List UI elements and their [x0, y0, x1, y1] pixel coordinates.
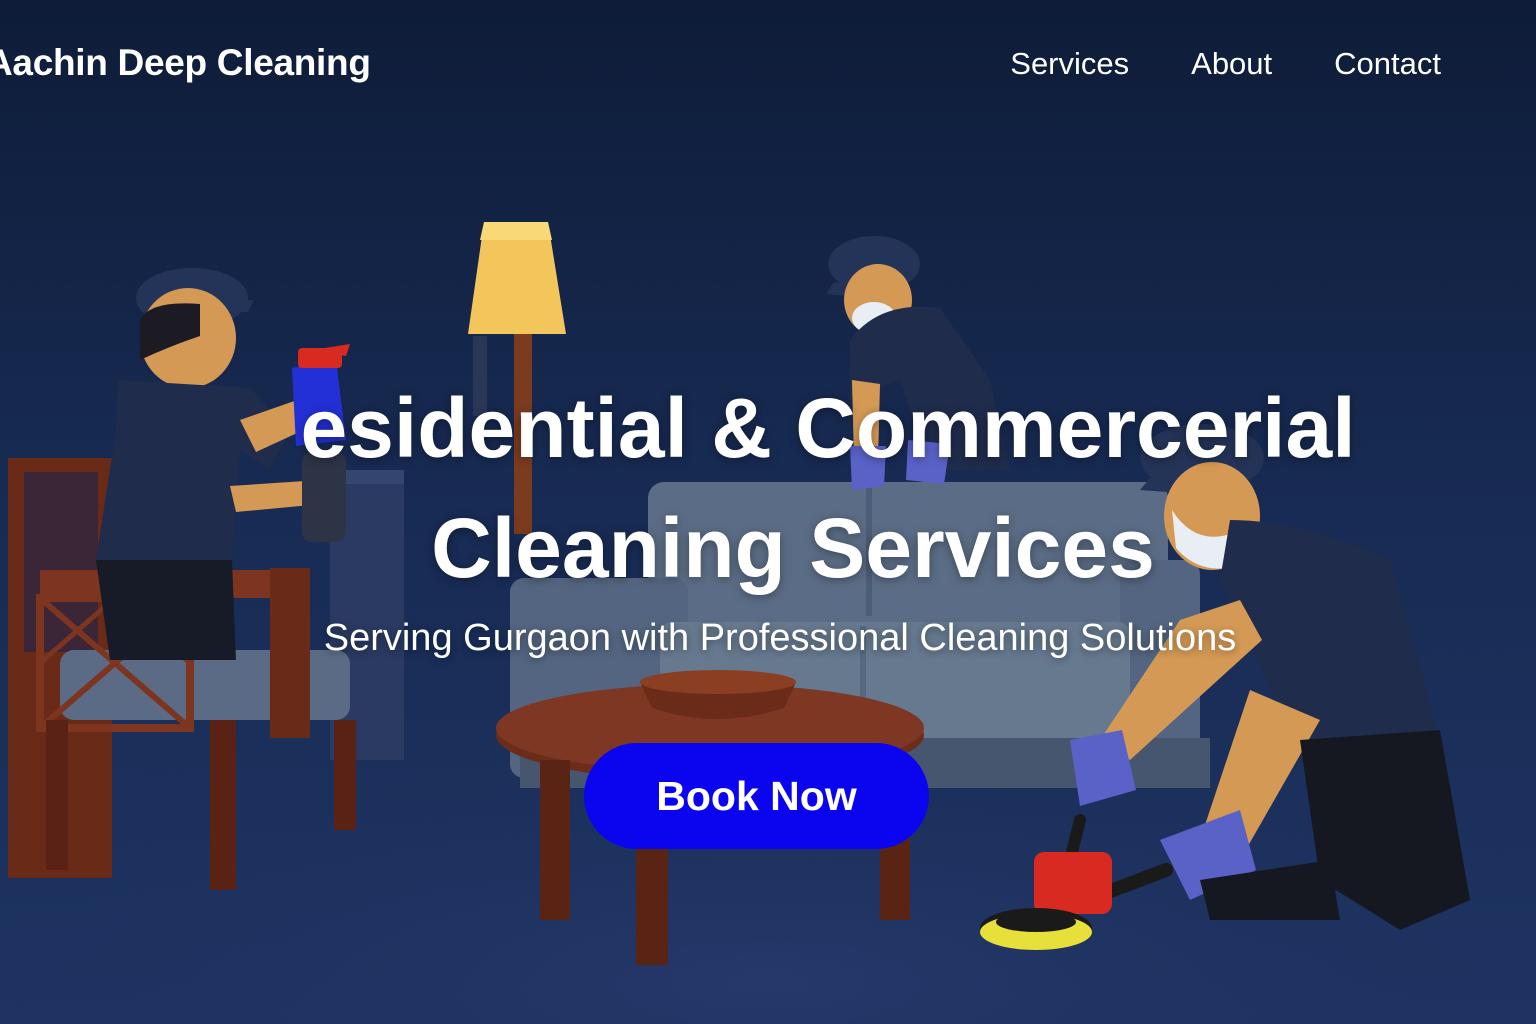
nav-link-about[interactable]: About	[1191, 46, 1272, 82]
hero-subtitle: Serving Gurgaon with Professional Cleani…	[323, 617, 1237, 659]
nav-link-services[interactable]: Services	[1010, 46, 1129, 82]
hero-title-line-2: Cleaning Services	[431, 501, 1155, 595]
hero-title: esidential & Commercerial Cleaning Servi…	[0, 368, 1536, 608]
site-header: Aachin Deep Cleaning Services About Cont…	[0, 0, 1536, 130]
main-nav: Services About Contact	[1010, 46, 1441, 82]
site-logo[interactable]: Aachin Deep Cleaning	[0, 42, 371, 84]
book-now-button[interactable]: Book Now	[584, 743, 929, 849]
hero-title-line-1: esidential & Commercerial	[300, 381, 1356, 475]
nav-link-contact[interactable]: Contact	[1334, 46, 1441, 82]
